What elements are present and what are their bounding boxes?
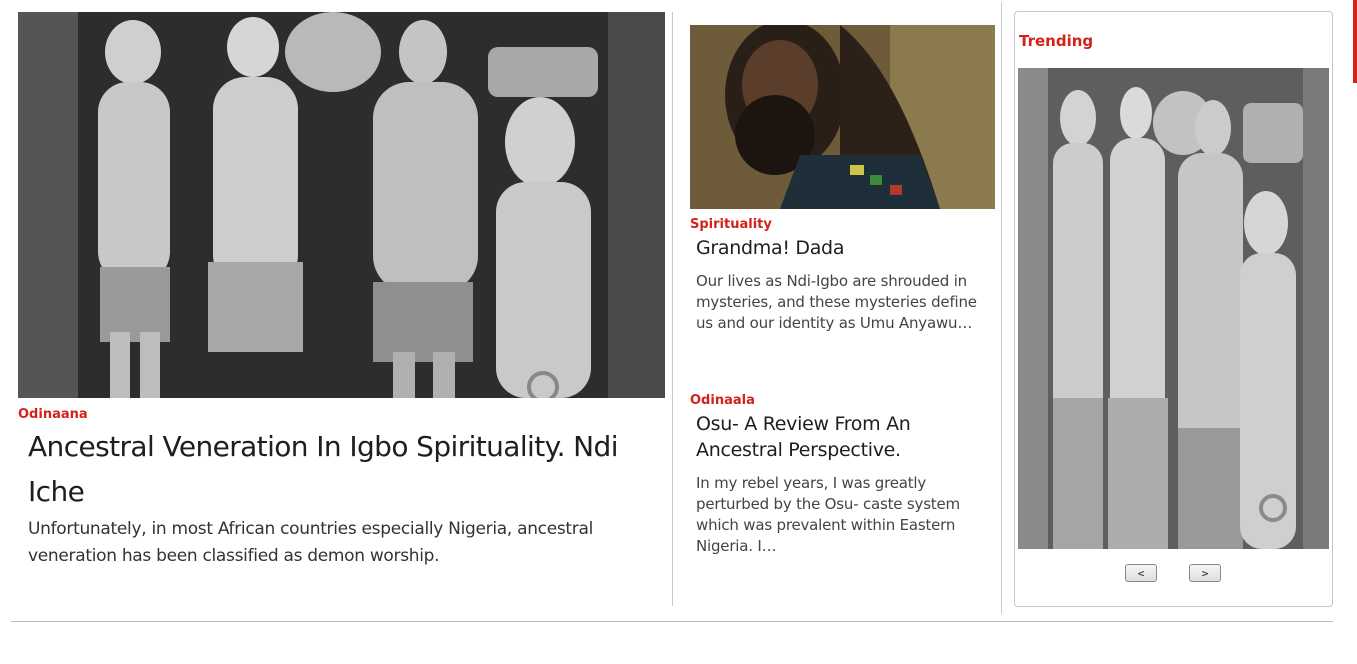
article-title[interactable]: Osu- A Review From An Ancestral Perspect… — [696, 411, 989, 463]
portrait-illustration — [690, 25, 995, 209]
trending-heading: Trending — [1019, 32, 1094, 50]
column-divider — [672, 12, 673, 606]
article-card: Spirituality Grandma! Dada Our lives as … — [690, 25, 995, 334]
featured-excerpt: Unfortunately, in most African countries… — [28, 519, 594, 566]
article-excerpt: Our lives as Ndi-Igbo are shrouded in my… — [696, 272, 977, 332]
featured-article: Odinaana Ancestral Veneration In Igbo Sp… — [18, 12, 665, 570]
featured-category[interactable]: Odinaana — [18, 407, 665, 422]
ancestral-figures-illustration — [18, 12, 665, 398]
ancestral-figures-illustration — [1018, 68, 1329, 549]
article-category[interactable]: Odinaala — [690, 393, 995, 408]
article-image[interactable] — [690, 25, 995, 209]
section-divider — [11, 621, 1333, 622]
featured-image[interactable] — [18, 12, 665, 398]
featured-title[interactable]: Ancestral Veneration In Igbo Spiritualit… — [28, 424, 655, 514]
column-divider — [1001, 2, 1002, 614]
carousel-next-button[interactable]: > — [1189, 564, 1221, 582]
article-excerpt: In my rebel years, I was greatly perturb… — [696, 474, 960, 555]
article-title[interactable]: Grandma! Dada — [696, 235, 989, 261]
article-category[interactable]: Spirituality — [690, 217, 995, 232]
trending-slide-image[interactable] — [1018, 68, 1329, 549]
scrollbar-thumb[interactable] — [1353, 0, 1357, 83]
carousel-prev-button[interactable]: < — [1125, 564, 1157, 582]
article-card: Odinaala Osu- A Review From An Ancestral… — [690, 385, 995, 557]
trending-widget: Trending < > — [1014, 11, 1333, 607]
